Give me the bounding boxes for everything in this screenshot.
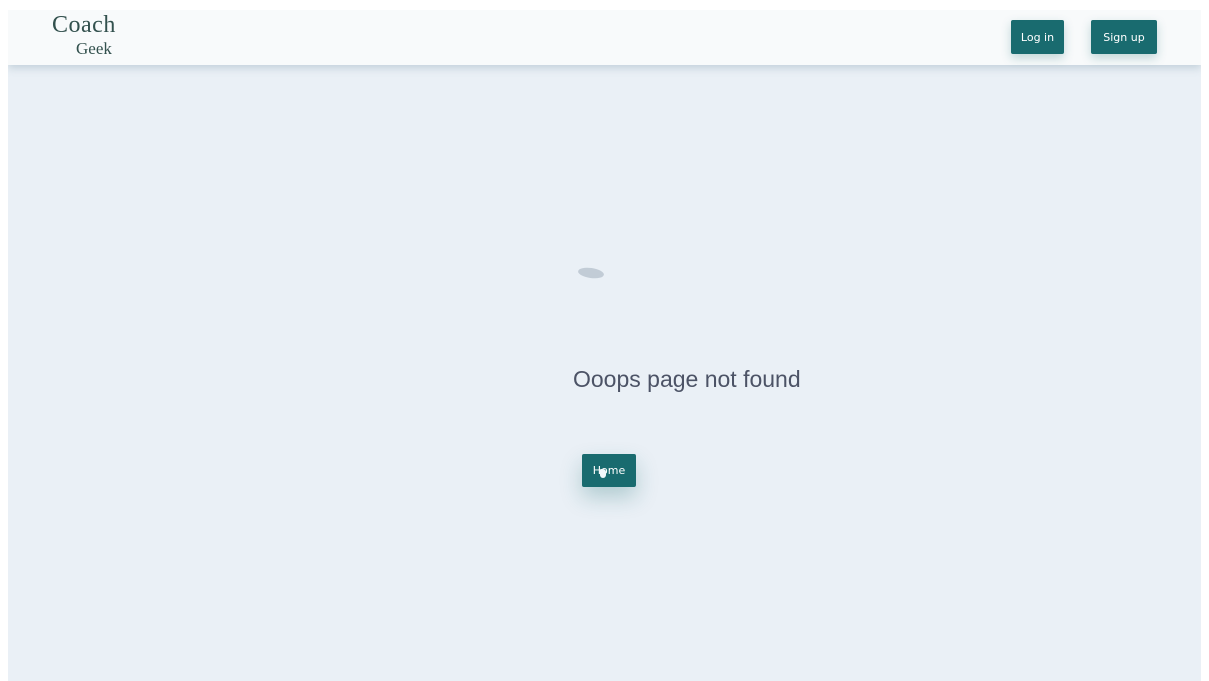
mouse-cursor-icon <box>600 469 606 478</box>
broken-image-icon <box>577 266 605 280</box>
navbar: Coach Geek Log in Sign up <box>8 10 1201 65</box>
logo[interactable]: Coach Geek <box>52 10 142 62</box>
not-found-message: Ooops page not found <box>573 366 801 392</box>
signup-button[interactable]: Sign up <box>1091 20 1157 54</box>
login-button[interactable]: Log in <box>1011 20 1064 54</box>
page-frame: Coach Geek Log in Sign up Ooops page not… <box>8 10 1201 681</box>
logo-line2: Geek <box>76 39 112 58</box>
home-button[interactable]: Home <box>582 454 636 487</box>
logo-line1: Coach <box>52 12 116 38</box>
